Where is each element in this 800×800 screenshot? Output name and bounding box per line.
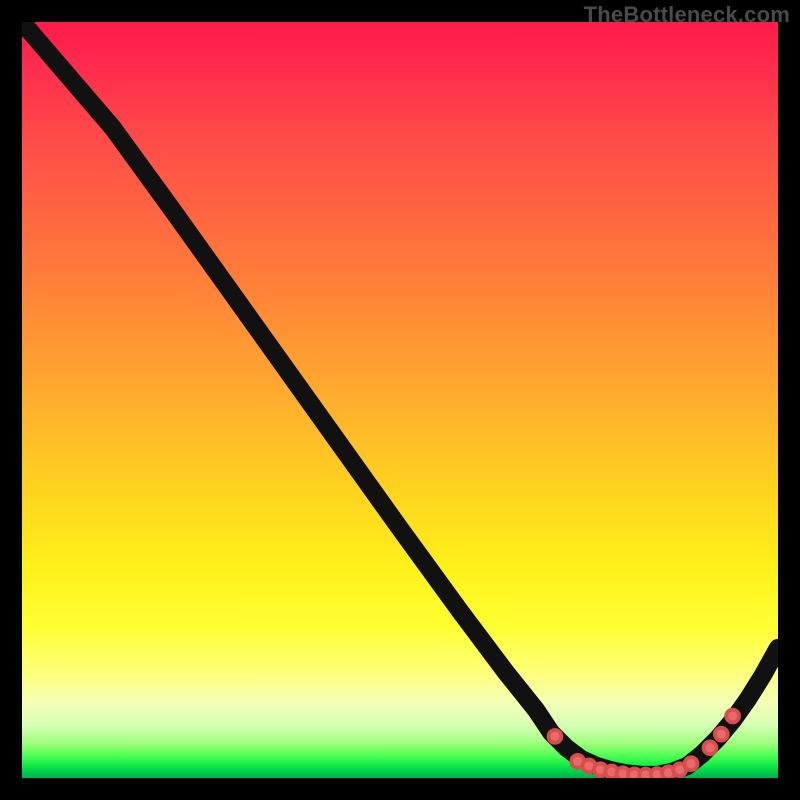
bottleneck-curve (22, 22, 778, 775)
highlight-point (685, 757, 698, 770)
highlight-point (549, 730, 562, 743)
curve-layer (22, 22, 778, 778)
watermark-text: TheBottleneck.com (584, 2, 790, 28)
plot-area (22, 22, 778, 778)
highlight-points (549, 710, 740, 778)
highlight-point (715, 728, 728, 741)
highlight-point (726, 710, 739, 723)
chart-frame: TheBottleneck.com (0, 0, 800, 800)
highlight-point (704, 741, 717, 754)
